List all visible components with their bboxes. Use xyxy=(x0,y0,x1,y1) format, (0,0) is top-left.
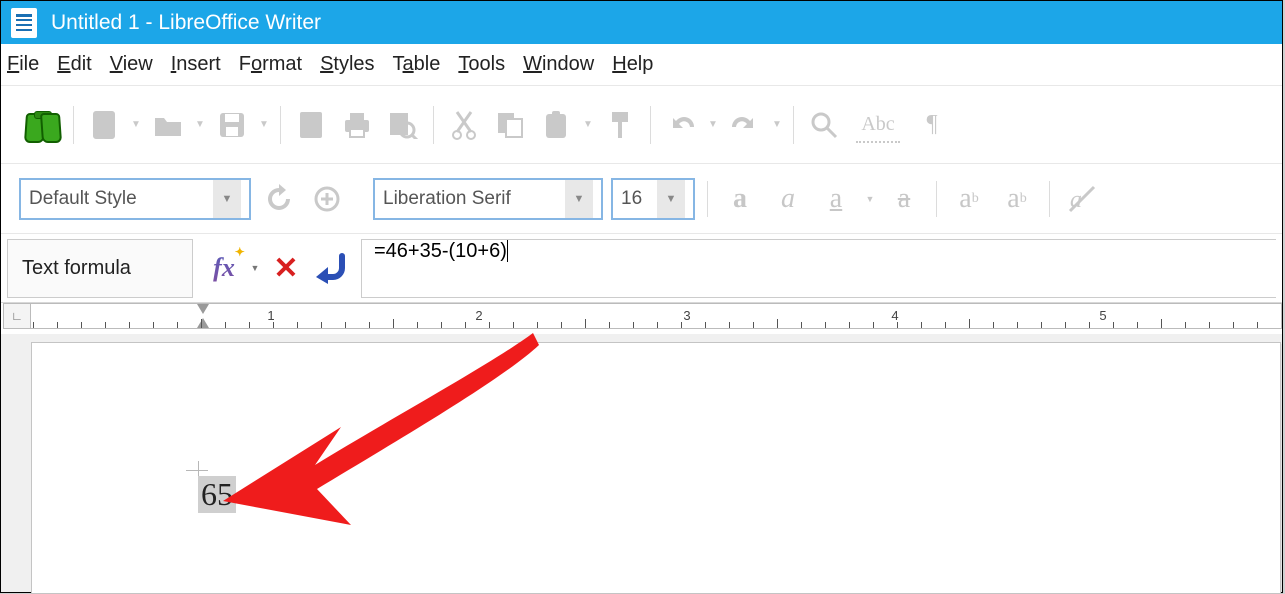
font-size-value: 16 xyxy=(621,188,642,210)
ruler-row: ∟ 1 2 3 4 5 xyxy=(1,303,1282,333)
font-size-combo[interactable]: 16 ▼ xyxy=(611,178,695,220)
document-page[interactable]: 65 xyxy=(31,342,1281,594)
horizontal-ruler[interactable]: 1 2 3 4 5 xyxy=(31,303,1282,329)
paste-dropdown-icon[interactable]: ▼ xyxy=(582,119,594,130)
text-cursor xyxy=(507,240,514,262)
bold-icon[interactable]: a xyxy=(720,179,760,219)
menu-edit[interactable]: Edit xyxy=(57,53,91,76)
formula-function-icon[interactable]: fx xyxy=(205,249,243,287)
formula-cancel-icon[interactable]: ✕ xyxy=(267,249,305,287)
strikethrough-icon[interactable]: a xyxy=(884,179,924,219)
export-pdf-icon[interactable] xyxy=(291,105,331,145)
font-name-value: Liberation Serif xyxy=(383,188,511,210)
separator xyxy=(73,106,74,144)
title-bar[interactable]: Untitled 1 - LibreOffice Writer xyxy=(1,1,1282,44)
redo-dropdown-icon[interactable]: ▼ xyxy=(771,119,783,130)
font-name-combo[interactable]: Liberation Serif ▼ xyxy=(373,178,603,220)
menu-file[interactable]: File xyxy=(7,53,39,76)
separator xyxy=(280,106,281,144)
ruler-corner: ∟ xyxy=(3,303,31,329)
separator xyxy=(936,181,937,217)
ruler-mark: 1 xyxy=(267,308,274,323)
new-dropdown-icon[interactable]: ▼ xyxy=(130,119,142,130)
formula-result-field[interactable]: 65 xyxy=(198,476,236,513)
formula-name-box[interactable]: Text formula xyxy=(7,239,193,298)
ruler-mark: 3 xyxy=(683,308,690,323)
separator xyxy=(1049,181,1050,217)
document-area[interactable]: 65 xyxy=(1,334,1282,592)
new-document-icon[interactable] xyxy=(84,105,124,145)
formula-input[interactable]: =46+35-(10+6) xyxy=(361,239,1276,298)
underline-dropdown-icon[interactable]: ▼ xyxy=(864,194,876,204)
chevron-down-icon[interactable]: ▼ xyxy=(657,180,685,218)
copy-icon[interactable] xyxy=(490,105,530,145)
chevron-down-icon[interactable]: ▼ xyxy=(213,180,241,218)
new-style-icon[interactable] xyxy=(307,179,347,219)
menu-help[interactable]: Help xyxy=(612,53,653,76)
separator xyxy=(433,106,434,144)
menu-table[interactable]: Table xyxy=(393,53,441,76)
menu-format[interactable]: Format xyxy=(239,53,302,76)
ruler-mark: 4 xyxy=(891,308,898,323)
separator xyxy=(793,106,794,144)
redo-icon[interactable] xyxy=(725,105,765,145)
standard-toolbar: ▼ ▼ ▼ ▼ xyxy=(1,86,1282,164)
application-window: Untitled 1 - LibreOffice Writer File Edi… xyxy=(0,0,1283,593)
menu-tools[interactable]: Tools xyxy=(458,53,505,76)
chevron-down-icon[interactable]: ▼ xyxy=(565,180,593,218)
ruler-mark: 5 xyxy=(1099,308,1106,323)
formula-input-value: =46+35-(10+6) xyxy=(374,240,507,262)
print-icon[interactable] xyxy=(337,105,377,145)
undo-dropdown-icon[interactable]: ▼ xyxy=(707,119,719,130)
save-dropdown-icon[interactable]: ▼ xyxy=(258,119,270,130)
open-icon[interactable] xyxy=(148,105,188,145)
spellcheck-icon[interactable]: Abc xyxy=(850,105,906,145)
formula-dropdown-icon[interactable]: ▼ xyxy=(249,263,261,273)
formatting-toolbar: Default Style ▼ Liberation Serif ▼ 16 ▼ … xyxy=(1,164,1282,234)
separator xyxy=(650,106,651,144)
formula-bar: Text formula fx ▼ ✕ =46+35-(10+6) xyxy=(1,234,1282,303)
menu-bar: File Edit View Insert Format Styles Tabl… xyxy=(1,44,1282,86)
paragraph-style-value: Default Style xyxy=(29,188,137,210)
find-replace-icon[interactable] xyxy=(804,105,844,145)
formula-apply-icon[interactable] xyxy=(311,249,349,287)
paragraph-style-combo[interactable]: Default Style ▼ xyxy=(19,178,251,220)
save-icon[interactable] xyxy=(212,105,252,145)
underline-icon[interactable]: a xyxy=(816,179,856,219)
menu-window[interactable]: Window xyxy=(523,53,594,76)
cut-icon[interactable] xyxy=(444,105,484,145)
menu-insert[interactable]: Insert xyxy=(171,53,221,76)
formula-name-label: Text formula xyxy=(22,257,131,280)
clone-formatting-icon[interactable] xyxy=(600,105,640,145)
ruler-mark: 2 xyxy=(475,308,482,323)
undo-icon[interactable] xyxy=(661,105,701,145)
paste-icon[interactable] xyxy=(536,105,576,145)
clear-formatting-icon[interactable]: a xyxy=(1062,179,1102,219)
italic-icon[interactable]: a xyxy=(768,179,808,219)
window-title: Untitled 1 - LibreOffice Writer xyxy=(51,11,321,35)
superscript-icon[interactable]: ab xyxy=(949,179,989,219)
update-style-icon[interactable] xyxy=(259,179,299,219)
menu-styles[interactable]: Styles xyxy=(320,53,374,76)
open-dropdown-icon[interactable]: ▼ xyxy=(194,119,206,130)
separator xyxy=(707,181,708,217)
document-icon xyxy=(11,8,37,38)
subscript-icon[interactable]: ab xyxy=(997,179,1037,219)
formatting-marks-icon[interactable]: ¶ xyxy=(912,105,952,145)
find-icon[interactable] xyxy=(23,105,63,145)
print-preview-icon[interactable] xyxy=(383,105,423,145)
menu-view[interactable]: View xyxy=(110,53,153,76)
